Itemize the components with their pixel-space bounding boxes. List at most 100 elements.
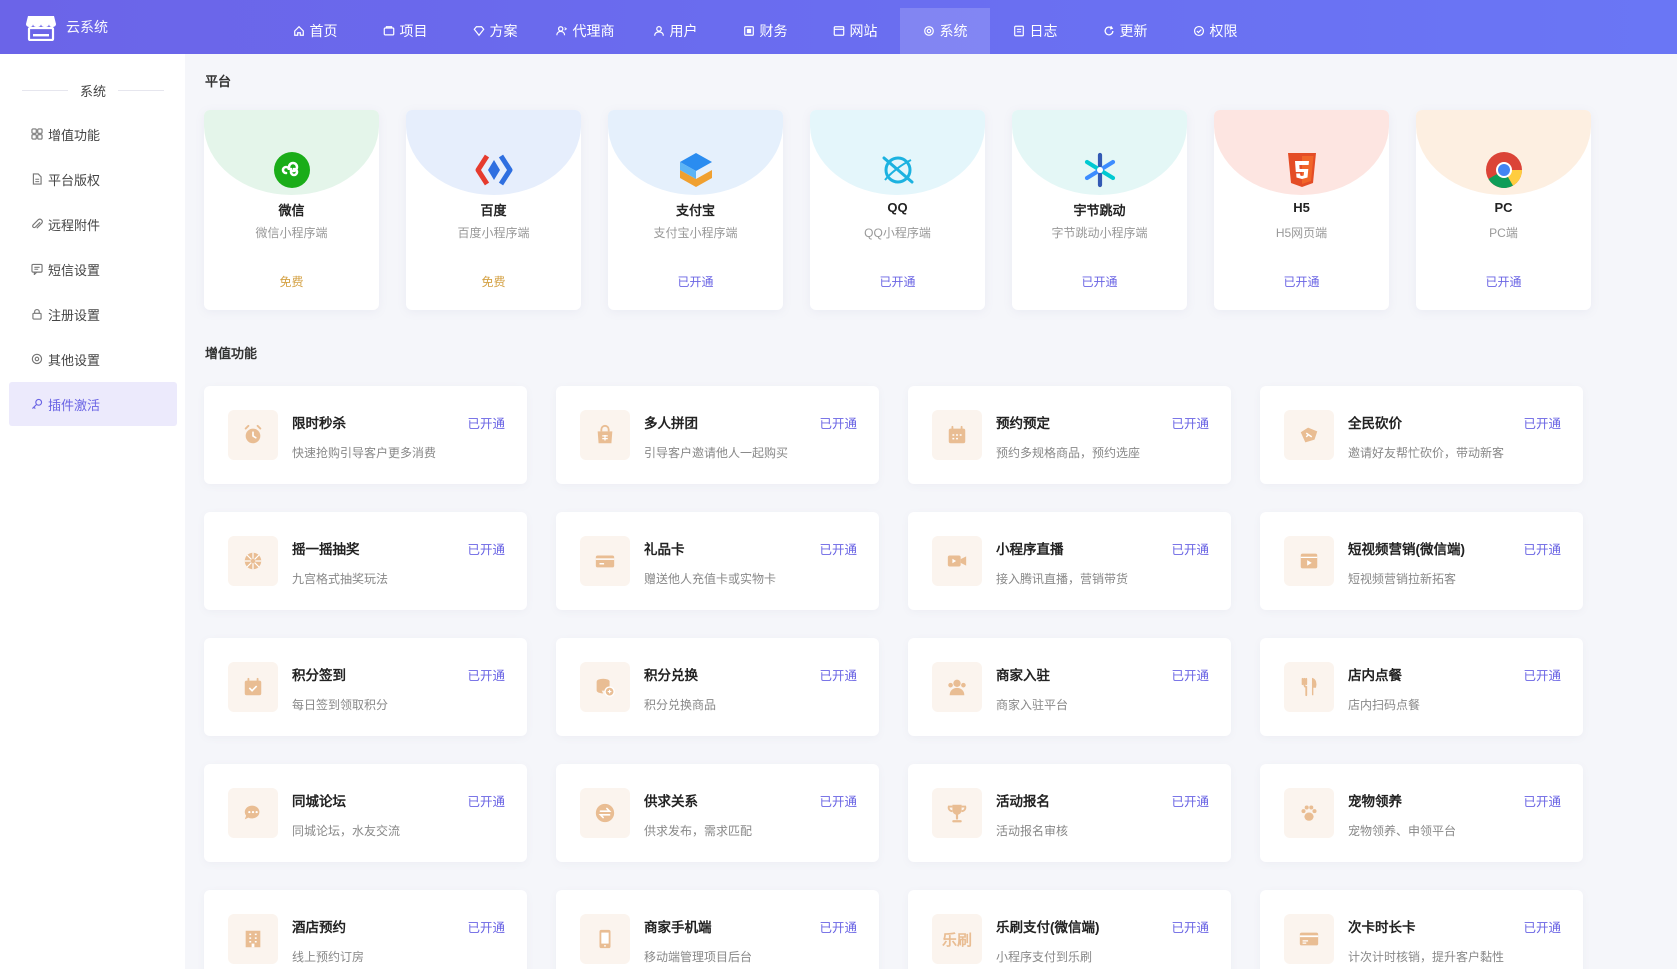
platform-status[interactable]: 已开通 (1416, 273, 1591, 290)
feature-card-14[interactable]: 活动报名 活动报名审核 已开通 (908, 764, 1231, 862)
platform-card-1[interactable]: 百度 百度小程序端 免费 (406, 110, 581, 310)
feature-status-link[interactable]: 已开通 (819, 917, 857, 936)
nav-item-4[interactable]: 用户 (630, 8, 720, 54)
nav-item-10[interactable]: 权限 (1170, 8, 1260, 54)
leshua-icon: 乐刷 (932, 914, 982, 964)
merchant-icon (932, 662, 982, 712)
feature-status-link[interactable]: 已开通 (1171, 539, 1209, 558)
features-section-title: 增值功能 (205, 346, 258, 361)
feature-desc: 供求发布，需求匹配 (644, 824, 753, 838)
platform-desc: PC端 (1489, 226, 1518, 240)
sidebar-item-sms[interactable]: 短信设置 (9, 247, 177, 291)
platform-card-2[interactable]: 支付宝 支付宝小程序端 已开通 (608, 110, 783, 310)
feature-card-5[interactable]: 礼品卡 赠送他人充值卡或实物卡 已开通 (556, 512, 879, 610)
nav-item-7[interactable]: 系统 (900, 8, 990, 54)
nav-item-2[interactable]: 方案 (450, 8, 540, 54)
video-camera-icon (932, 536, 982, 586)
feature-card-3[interactable]: 全民砍价 邀请好友帮忙砍价，带动新客 已开通 (1260, 386, 1583, 484)
feature-status-link[interactable]: 已开通 (1523, 539, 1561, 558)
feature-status-link[interactable]: 已开通 (819, 539, 857, 558)
feature-desc: 短视频营销拉新拓客 (1348, 572, 1457, 586)
nav-item-1[interactable]: 项目 (360, 8, 450, 54)
feature-status-link[interactable]: 已开通 (467, 665, 505, 684)
feature-card-11[interactable]: 店内点餐 店内扫码点餐 已开通 (1260, 638, 1583, 736)
feature-card-1[interactable]: 多人拼团 引导客户邀请他人一起购买 已开通 (556, 386, 879, 484)
feature-status-link[interactable]: 已开通 (1171, 665, 1209, 684)
platform-name: 微信 (278, 203, 305, 218)
feature-card-10[interactable]: 商家入驻 商家入驻平台 已开通 (908, 638, 1231, 736)
bargain-icon (1284, 410, 1334, 460)
nav-item-5[interactable]: 财务 (720, 8, 810, 54)
feature-status-link[interactable]: 已开通 (1523, 917, 1561, 936)
feature-status-link[interactable]: 已开通 (819, 791, 857, 810)
feature-desc: 计次计时核销，提升客户黏性 (1348, 950, 1505, 964)
nav-item-label: 首页 (309, 23, 338, 39)
refresh-icon (1104, 25, 1113, 36)
feature-card-0[interactable]: 限时秒杀 快速抢购引导客户更多消费 已开通 (204, 386, 527, 484)
feature-card-13[interactable]: 供求关系 供求发布，需求匹配 已开通 (556, 764, 879, 862)
feature-status-link[interactable]: 已开通 (1171, 791, 1209, 810)
platform-card-4[interactable]: 宇节跳动 字节跳动小程序端 已开通 (1012, 110, 1187, 310)
sidebar-item-settings[interactable]: 其他设置 (9, 337, 177, 381)
nav-item-label: 用户 (669, 23, 698, 39)
feature-card-12[interactable]: 同城论坛 同城论坛，水友交流 已开通 (204, 764, 527, 862)
feature-card-16[interactable]: 酒店预约 线上预约订房 已开通 (204, 890, 527, 969)
platform-status[interactable]: 已开通 (608, 273, 783, 290)
platform-card-0[interactable]: 微信 微信小程序端 免费 (204, 110, 379, 310)
sidebar-item-attachment[interactable]: 远程附件 (9, 202, 177, 246)
platform-card-5[interactable]: H5 H5网页端 已开通 (1214, 110, 1389, 310)
paw-icon-glyph (1301, 805, 1317, 821)
nav-item-0[interactable]: 首页 (270, 8, 360, 54)
nav-item-6[interactable]: 网站 (810, 8, 900, 54)
feature-card-4[interactable]: 摇一摇抽奖 九宫格式抽奖玩法 已开通 (204, 512, 527, 610)
platform-status[interactable]: 已开通 (810, 273, 985, 290)
platform-name: 百度 (480, 203, 507, 218)
feature-card-8[interactable]: 积分签到 每日签到领取积分 已开通 (204, 638, 527, 736)
feature-status-link[interactable]: 已开通 (467, 791, 505, 810)
platform-status[interactable]: 免费 (406, 273, 581, 290)
sidebar-item-grid[interactable]: 增值功能 (9, 112, 177, 156)
feature-status-link[interactable]: 已开通 (1523, 791, 1561, 810)
platform-card-3[interactable]: QQ QQ小程序端 已开通 (810, 110, 985, 310)
alarm-clock-icon-glyph (244, 424, 262, 444)
feature-card-18[interactable]: 乐刷 乐刷支付(微信端) 小程序支付到乐刷 已开通 (908, 890, 1231, 969)
alarm-clock-icon (228, 410, 278, 460)
platform-card-6[interactable]: PC PC端 已开通 (1416, 110, 1591, 310)
platform-status[interactable]: 已开通 (1214, 273, 1389, 290)
nav-item-9[interactable]: 更新 (1080, 8, 1170, 54)
feature-card-17[interactable]: 商家手机端 移动端管理项目后台 已开通 (556, 890, 879, 969)
platform-status[interactable]: 已开通 (1012, 273, 1187, 290)
feature-card-7[interactable]: 短视频营销(微信端) 短视频营销拉新拓客 已开通 (1260, 512, 1583, 610)
feature-desc: 移动端管理项目后台 (644, 950, 753, 964)
platform-desc: H5网页端 (1275, 226, 1328, 240)
feature-status-link[interactable]: 已开通 (819, 665, 857, 684)
hotel-icon (228, 914, 278, 964)
nav-item-3[interactable]: 代理商 (540, 8, 630, 54)
nav-item-8[interactable]: 日志 (990, 8, 1080, 54)
website-icon (833, 26, 844, 36)
box-icon (383, 26, 394, 36)
sidebar-item-lock[interactable]: 注册设置 (9, 292, 177, 336)
feature-card-19[interactable]: 次卡时长卡 计次计时核销，提升客户黏性 已开通 (1260, 890, 1583, 969)
feature-card-9[interactable]: 积分兑换 积分兑换商品 已开通 (556, 638, 879, 736)
exchange-icon (580, 788, 630, 838)
feature-card-6[interactable]: 小程序直播 接入腾讯直播，营销带货 已开通 (908, 512, 1231, 610)
feature-card-2[interactable]: 预约预定 预约多规格商品，预约选座 已开通 (908, 386, 1231, 484)
platform-section-title: 平台 (205, 74, 232, 89)
feature-status-link[interactable]: 已开通 (819, 413, 857, 432)
sidebar-item-key[interactable]: 插件激活 (9, 382, 177, 426)
feature-status-link[interactable]: 已开通 (467, 413, 505, 432)
feature-status-link[interactable]: 已开通 (1523, 665, 1561, 684)
feature-desc: 活动报名审核 (996, 824, 1069, 838)
sms-icon (31, 263, 43, 275)
feature-status-link[interactable]: 已开通 (1171, 413, 1209, 432)
feature-status-link[interactable]: 已开通 (1523, 413, 1561, 432)
brand[interactable]: 云系统 (26, 12, 108, 42)
shield-icon (1193, 25, 1204, 37)
sidebar-item-document[interactable]: 平台版权 (9, 157, 177, 201)
feature-status-link[interactable]: 已开通 (1171, 917, 1209, 936)
feature-card-15[interactable]: 宠物领养 宠物领养、申领平台 已开通 (1260, 764, 1583, 862)
feature-status-link[interactable]: 已开通 (467, 917, 505, 936)
feature-status-link[interactable]: 已开通 (467, 539, 505, 558)
platform-status[interactable]: 免费 (204, 273, 379, 290)
